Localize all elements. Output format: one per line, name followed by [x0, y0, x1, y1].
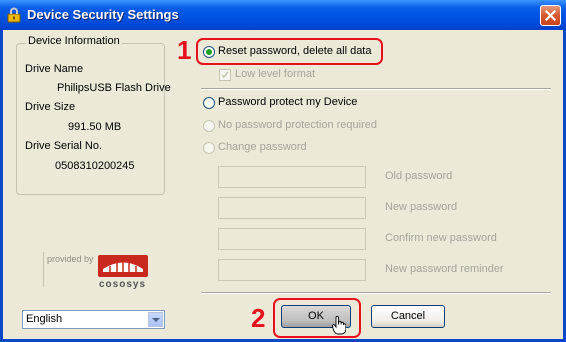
- old-password-label: Old password: [385, 170, 453, 182]
- provided-by-label: provided by: [47, 254, 94, 264]
- change-password-radio[interactable]: [203, 142, 215, 154]
- low-level-format-label: Low level format: [235, 68, 316, 80]
- title-bar[interactable]: Device Security Settings: [0, 0, 566, 30]
- password-protect-radio[interactable]: [203, 97, 215, 109]
- cancel-button[interactable]: Cancel: [371, 305, 445, 328]
- no-password-protection-label: No password protection required: [218, 119, 377, 131]
- checkmark-icon: [221, 71, 229, 79]
- cososys-logo-icon: [98, 255, 148, 281]
- old-password-field[interactable]: [218, 166, 366, 188]
- dropdown-arrow-icon[interactable]: [148, 312, 163, 327]
- window-title: Device Security Settings: [27, 7, 179, 22]
- mouse-pointer-icon: [332, 315, 347, 340]
- reset-password-radio[interactable]: [203, 46, 215, 58]
- low-level-format-checkbox[interactable]: [219, 69, 231, 81]
- confirm-password-label: Confirm new password: [385, 232, 497, 244]
- drive-name-label: Drive Name: [25, 63, 84, 75]
- new-password-field[interactable]: [218, 197, 366, 219]
- branding-divider: [43, 252, 44, 287]
- drive-serial-value: 0508310200245: [55, 160, 135, 172]
- new-password-label: New password: [385, 201, 458, 213]
- change-password-label: Change password: [218, 141, 307, 153]
- drive-size-label: Drive Size: [25, 101, 76, 113]
- confirm-password-field[interactable]: [218, 228, 366, 250]
- password-reminder-label: New password reminder: [385, 263, 504, 275]
- close-button[interactable]: [540, 5, 561, 26]
- dialog-window: Device Security Settings Device Informat…: [0, 0, 566, 342]
- step-2-annotation: 2: [251, 303, 266, 333]
- password-protect-label[interactable]: Password protect my Device: [218, 96, 357, 108]
- lock-icon: [6, 7, 22, 23]
- no-password-protection-radio[interactable]: [203, 120, 215, 132]
- drive-serial-label: Drive Serial No.: [25, 140, 103, 152]
- bottom-separator: [201, 292, 551, 294]
- dialog-client-area: Device Information Drive Name PhilipsUSB…: [3, 30, 563, 339]
- reset-password-label[interactable]: Reset password, delete all data: [218, 45, 371, 57]
- drive-name-value: PhilipsUSB Flash Drive: [57, 82, 171, 94]
- drive-size-value: 991.50 MB: [68, 121, 122, 133]
- language-select[interactable]: English: [22, 310, 165, 329]
- option-separator: [201, 88, 551, 90]
- close-icon: [545, 10, 556, 21]
- device-info-legend: Device Information: [26, 35, 122, 47]
- cososys-logo-text: cososys: [99, 279, 147, 290]
- password-reminder-field[interactable]: [218, 259, 366, 281]
- language-selected-value: English: [26, 313, 63, 325]
- step-1-annotation: 1: [177, 35, 192, 65]
